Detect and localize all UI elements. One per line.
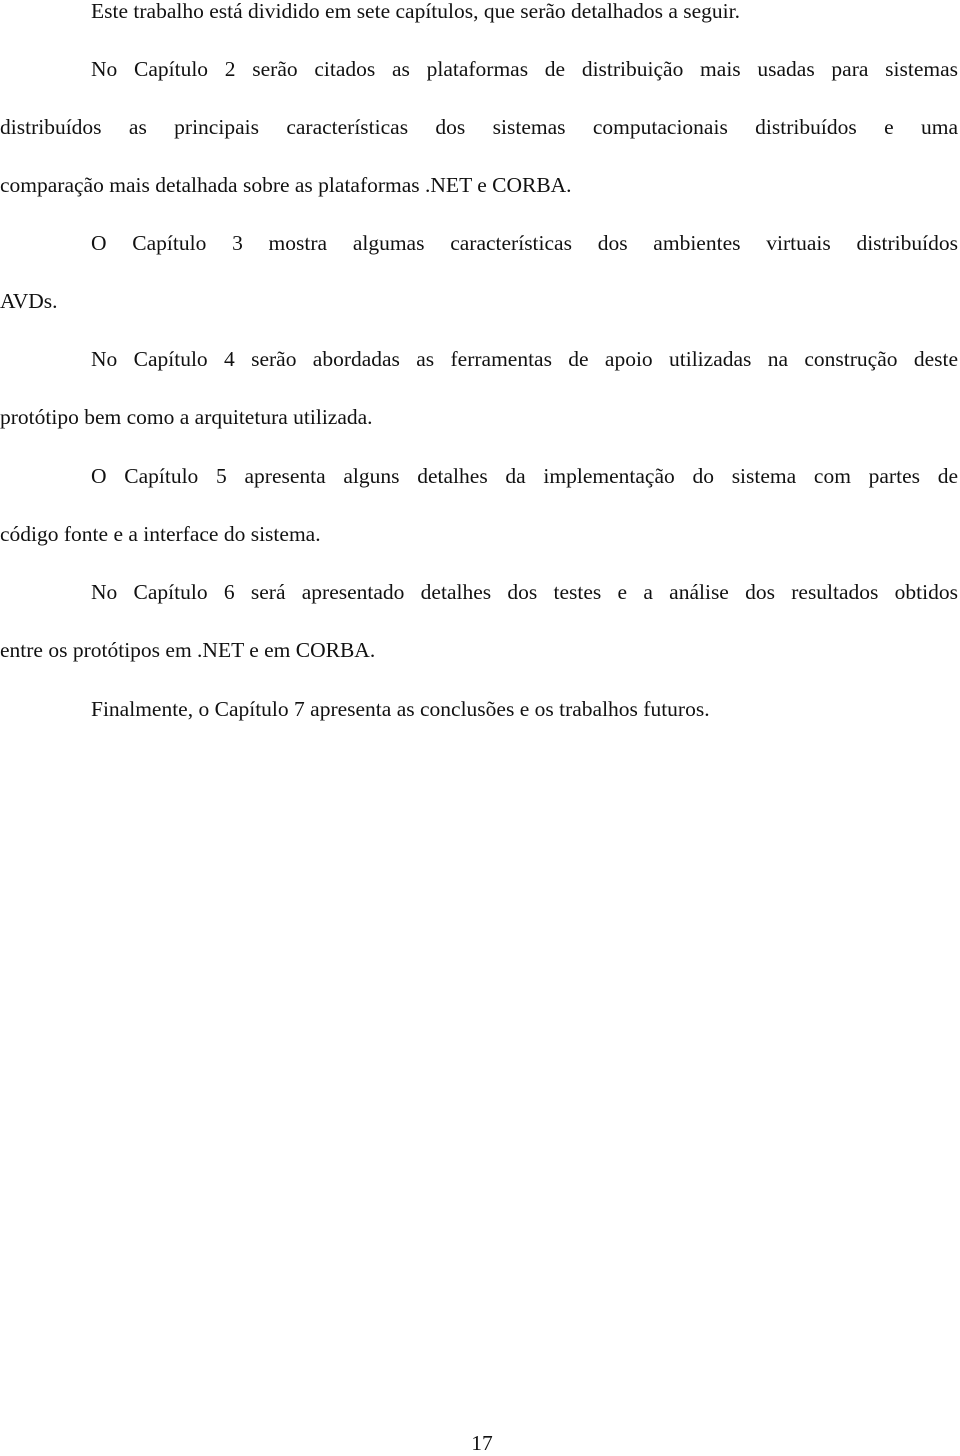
paragraph-6-line-1: No Capítulo 6 será apresentado detalhes … [91,580,958,604]
paragraph-2-line-3: comparação mais detalhada sobre as plata… [0,173,572,197]
paragraph-4-line-1: No Capítulo 4 serão abordadas as ferrame… [91,347,958,371]
paragraph-2-line-2: distribuídos as principais característic… [0,115,958,139]
paragraph-7-line-1: Finalmente, o Capítulo 7 apresenta as co… [91,697,710,721]
paragraph-2-line-1: No Capítulo 2 serão citados as plataform… [91,57,958,81]
document-page: Este trabalho está dividido em sete capí… [0,0,960,1455]
paragraph-5-line-2: código fonte e a interface do sistema. [0,522,321,546]
paragraph-3-line-2: AVDs. [0,289,58,313]
paragraph-6-line-2: entre os protótipos em .NET e em CORBA. [0,638,376,662]
paragraph-3-line-1: O Capítulo 3 mostra algumas característi… [91,231,958,255]
page-number: 17 [471,1431,493,1455]
paragraph-5-line-1: O Capítulo 5 apresenta alguns detalhes d… [91,464,958,488]
paragraph-1-line-1: Este trabalho está dividido em sete capí… [91,0,740,23]
paragraph-4-line-2: protótipo bem como a arquitetura utiliza… [0,405,373,429]
